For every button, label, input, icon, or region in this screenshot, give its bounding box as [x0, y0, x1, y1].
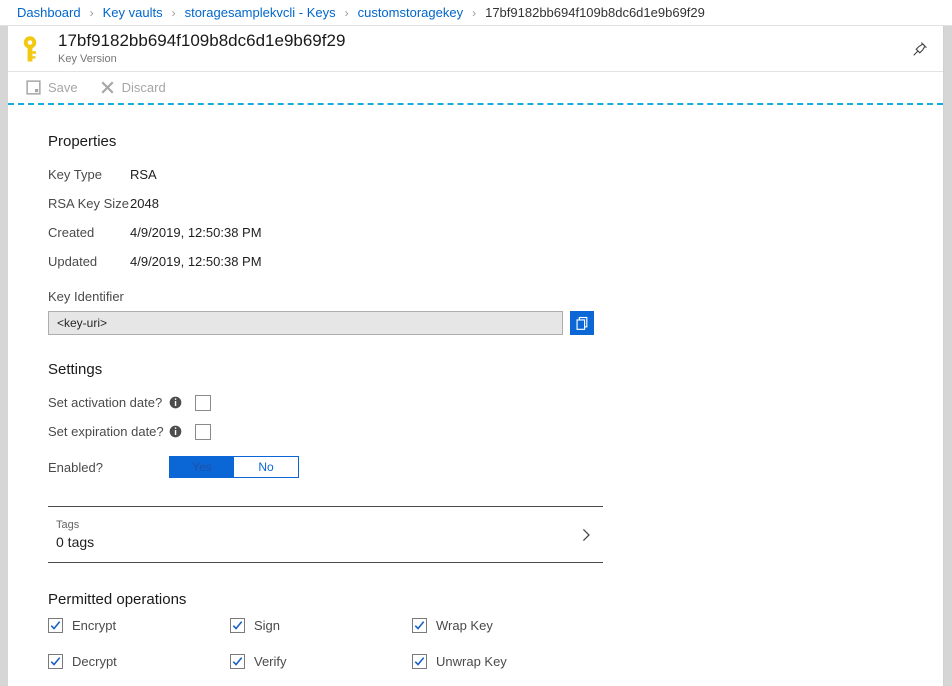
- breadcrumb-item-dashboard[interactable]: Dashboard: [17, 5, 81, 20]
- key-version-page: Dashboard › Key vaults › storagesamplekv…: [0, 0, 952, 686]
- permitted-operation-encrypt[interactable]: Encrypt: [48, 618, 230, 633]
- title-text-group: 17bf9182bb694f109b8dc6d1e9b69f29 Key Ver…: [58, 31, 345, 66]
- info-icon[interactable]: [169, 396, 182, 409]
- copy-icon: [575, 316, 590, 331]
- property-value: 4/9/2019, 12:50:38 PM: [130, 225, 262, 240]
- key-identifier-label: Key Identifier: [48, 289, 943, 304]
- permitted-operation-label: Encrypt: [72, 618, 116, 633]
- permitted-operation-label: Sign: [254, 618, 280, 633]
- blade-frame: 17bf9182bb694f109b8dc6d1e9b69f29 Key Ver…: [0, 26, 952, 686]
- setting-label: Set expiration date?: [48, 424, 169, 439]
- pin-button[interactable]: [907, 36, 933, 62]
- save-button[interactable]: Save: [26, 80, 78, 95]
- permitted-operations-grid: Encrypt Sign: [48, 618, 943, 669]
- permitted-operation-sign[interactable]: Sign: [230, 618, 412, 633]
- checkbox[interactable]: [48, 654, 63, 669]
- close-x-icon: [100, 80, 115, 95]
- property-value: RSA: [130, 167, 157, 182]
- page-title: 17bf9182bb694f109b8dc6d1e9b69f29: [58, 31, 345, 51]
- permitted-operation-label: Decrypt: [72, 654, 117, 669]
- setting-label: Set activation date?: [48, 395, 169, 410]
- checkbox[interactable]: [230, 654, 245, 669]
- check-icon: [50, 656, 61, 667]
- check-icon: [232, 656, 243, 667]
- enabled-toggle-no[interactable]: No: [234, 457, 298, 477]
- check-icon: [414, 620, 425, 631]
- checkbox[interactable]: [48, 618, 63, 633]
- save-floppy-icon: [26, 80, 41, 95]
- property-row-updated: Updated 4/9/2019, 12:50:38 PM: [48, 247, 943, 276]
- breadcrumb-item-key-vaults[interactable]: Key vaults: [103, 5, 163, 20]
- command-toolbar: Save Discard: [8, 72, 943, 103]
- breadcrumb-item-current: 17bf9182bb694f109b8dc6d1e9b69f29: [485, 5, 705, 20]
- property-label: Updated: [48, 254, 130, 269]
- breadcrumb: Dashboard › Key vaults › storagesamplekv…: [0, 0, 952, 26]
- property-value: 4/9/2019, 12:50:38 PM: [130, 254, 262, 269]
- checkbox[interactable]: [230, 618, 245, 633]
- settings-heading: Settings: [48, 361, 943, 378]
- discard-label: Discard: [122, 80, 166, 95]
- permitted-operation-label: Verify: [254, 654, 287, 669]
- enabled-toggle-yes[interactable]: Yes: [170, 457, 234, 477]
- tags-count: 0 tags: [56, 533, 94, 552]
- blade-inner: 17bf9182bb694f109b8dc6d1e9b69f29 Key Ver…: [8, 26, 944, 686]
- enabled-toggle[interactable]: Yes No: [169, 456, 299, 478]
- checkbox[interactable]: [412, 618, 427, 633]
- property-value: 2048: [130, 196, 159, 211]
- property-label: Key Type: [48, 167, 130, 182]
- tags-row[interactable]: Tags 0 tags: [48, 507, 603, 562]
- tags-block: Tags 0 tags: [48, 506, 603, 563]
- enabled-label: Enabled?: [48, 460, 169, 475]
- permitted-operation-verify[interactable]: Verify: [230, 654, 412, 669]
- setting-checkbox-activation-date[interactable]: [195, 395, 211, 411]
- permitted-operation-label: Wrap Key: [436, 618, 493, 633]
- property-label: Created: [48, 225, 130, 240]
- setting-checkbox-expiration-date[interactable]: [195, 424, 211, 440]
- pin-icon: [912, 41, 928, 57]
- setting-row-activation-date: Set activation date?: [48, 388, 943, 417]
- checkbox[interactable]: [412, 654, 427, 669]
- property-row-key-type: Key Type RSA: [48, 160, 943, 189]
- breadcrumb-separator-icon: ›: [345, 6, 349, 20]
- property-row-rsa-key-size: RSA Key Size 2048: [48, 189, 943, 218]
- property-row-created: Created 4/9/2019, 12:50:38 PM: [48, 218, 943, 247]
- permitted-operation-label: Unwrap Key: [436, 654, 507, 669]
- breadcrumb-item-vault-keys[interactable]: storagesamplekvcli - Keys: [185, 5, 336, 20]
- breadcrumb-separator-icon: ›: [472, 6, 476, 20]
- key-icon: [20, 35, 48, 63]
- check-icon: [232, 620, 243, 631]
- key-identifier-row: <key-uri>: [48, 311, 943, 335]
- properties-heading: Properties: [48, 133, 943, 150]
- property-label: RSA Key Size: [48, 196, 130, 211]
- permitted-operation-decrypt[interactable]: Decrypt: [48, 654, 230, 669]
- check-icon: [414, 656, 425, 667]
- discard-button[interactable]: Discard: [100, 80, 166, 95]
- tags-title: Tags: [56, 518, 94, 533]
- breadcrumb-separator-icon: ›: [172, 6, 176, 20]
- tags-text-group: Tags 0 tags: [56, 518, 94, 552]
- blade-title-bar: 17bf9182bb694f109b8dc6d1e9b69f29 Key Ver…: [8, 26, 943, 72]
- permitted-operation-unwrap-key[interactable]: Unwrap Key: [412, 654, 594, 669]
- save-label: Save: [48, 80, 78, 95]
- check-icon: [50, 620, 61, 631]
- key-identifier-input[interactable]: <key-uri>: [48, 311, 563, 335]
- page-subtitle: Key Version: [58, 52, 345, 66]
- setting-row-expiration-date: Set expiration date?: [48, 417, 943, 446]
- chevron-right-icon: [579, 528, 593, 542]
- copy-key-identifier-button[interactable]: [570, 311, 594, 335]
- permitted-operations-heading: Permitted operations: [48, 591, 943, 608]
- blade-content: Properties Key Type RSA RSA Key Size 204…: [8, 105, 943, 669]
- setting-row-enabled: Enabled? Yes No: [48, 450, 943, 484]
- info-icon[interactable]: [169, 425, 182, 438]
- breadcrumb-item-key[interactable]: customstoragekey: [358, 5, 464, 20]
- permitted-operation-wrap-key[interactable]: Wrap Key: [412, 618, 594, 633]
- breadcrumb-separator-icon: ›: [90, 6, 94, 20]
